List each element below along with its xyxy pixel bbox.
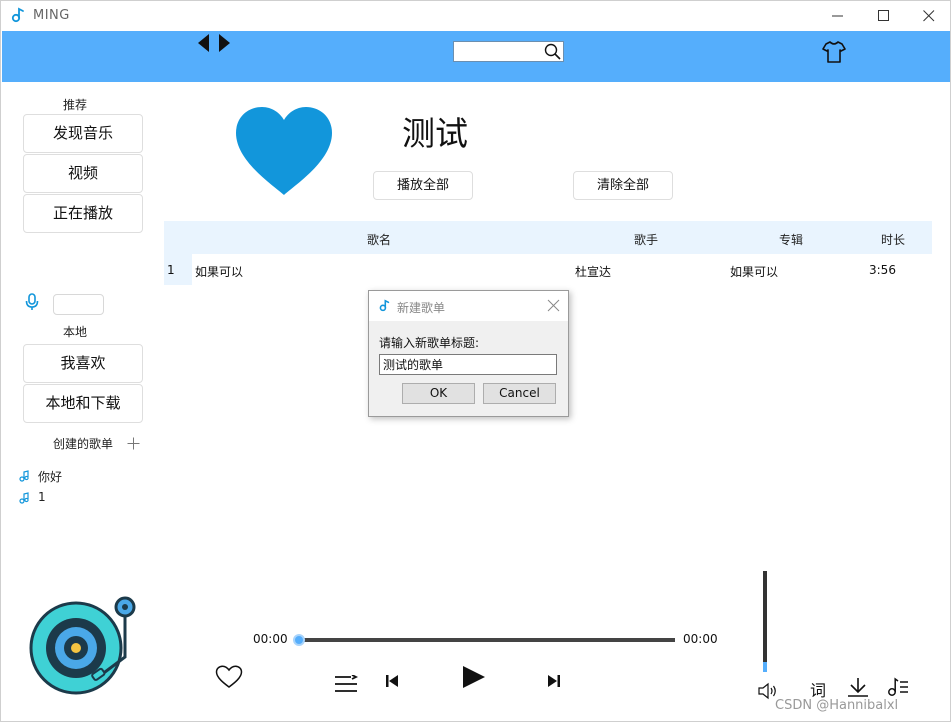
minimize-icon [832,15,843,17]
heart-icon[interactable] [215,665,243,692]
progress-bar[interactable] [299,638,675,642]
local-downloads-button[interactable]: 本地和下载 [23,384,143,423]
favorites-button[interactable]: 我喜欢 [23,344,143,383]
play-icon[interactable] [461,665,487,692]
microphone-icon[interactable] [25,293,39,314]
column-album-header[interactable]: 专辑 [779,231,803,248]
search-input[interactable] [456,43,541,60]
new-playlist-dialog: 新建歌单 请输入新歌单标题: OK Cancel [368,290,569,417]
cancel-button[interactable]: Cancel [483,383,556,404]
playlist-item-label: 1 [38,490,46,504]
previous-icon[interactable] [385,673,399,692]
close-button[interactable] [906,1,950,31]
now-playing-button[interactable]: 正在播放 [23,194,143,233]
turntable-icon [29,595,139,698]
window-title: MING [33,8,70,23]
search-box [453,41,564,62]
playlist-cover-heart-icon [233,105,335,200]
nav-back-icon[interactable] [197,33,211,56]
search-icon[interactable] [544,43,561,63]
column-duration-header[interactable]: 时长 [881,231,905,248]
download-icon[interactable] [847,677,869,700]
plus-icon[interactable] [127,437,140,453]
watermark: CSDN @Hannibalxl [775,698,899,713]
song-index: 1 [167,263,175,277]
created-playlists-label: 创建的歌单 [53,437,114,451]
title-bar: MING [1,1,950,31]
close-icon [923,10,935,22]
music-note-icon [19,492,31,507]
volume-level [763,662,767,672]
discover-music-button[interactable]: 发现音乐 [23,114,143,153]
total-time: 00:00 [683,632,718,646]
playlist-title: 测试 [402,114,468,153]
song-artist: 杜宣达 [575,265,612,279]
volume-slider[interactable] [763,571,767,672]
recommend-section-label: 推荐 [63,98,88,112]
playlist-icon[interactable] [887,677,909,700]
dialog-close-icon[interactable] [547,299,560,315]
dialog-title-bar: 新建歌单 [369,291,568,321]
maximize-button[interactable] [861,1,907,31]
maximize-icon [878,10,889,21]
column-artist-header[interactable]: 歌手 [634,231,658,248]
app-icon [379,299,390,315]
local-section-label: 本地 [63,325,88,339]
shuffle-list-icon[interactable] [334,674,359,698]
current-time: 00:00 [253,632,288,646]
video-button[interactable]: 视频 [23,154,143,193]
dialog-prompt: 请输入新歌单标题: [379,336,480,350]
playlist-item-label: 你好 [38,470,63,484]
nav-forward-icon[interactable] [217,33,231,56]
clear-all-button[interactable]: 清除全部 [573,171,673,200]
column-title-header[interactable]: 歌名 [367,231,391,248]
next-icon[interactable] [547,673,561,692]
dialog-title: 新建歌单 [397,301,446,315]
song-title: 如果可以 [195,265,244,279]
ok-button[interactable]: OK [402,383,475,404]
minimize-button[interactable] [815,1,861,31]
progress-handle[interactable] [293,634,305,646]
song-table-header [164,221,932,254]
music-note-icon [19,470,31,485]
playlist-name-input[interactable] [379,354,557,375]
song-duration: 3:56 [869,263,896,277]
header-bar [2,31,950,82]
song-album: 如果可以 [730,265,779,279]
shirt-icon[interactable] [822,41,846,66]
voice-search-field[interactable] [53,294,104,315]
app-window: MING 推荐 发现音乐 视频 正在播放 本地 我喜欢 本地和下载 创建的歌单 … [0,0,951,722]
play-all-button[interactable]: 播放全部 [373,171,473,200]
app-icon [11,7,25,26]
